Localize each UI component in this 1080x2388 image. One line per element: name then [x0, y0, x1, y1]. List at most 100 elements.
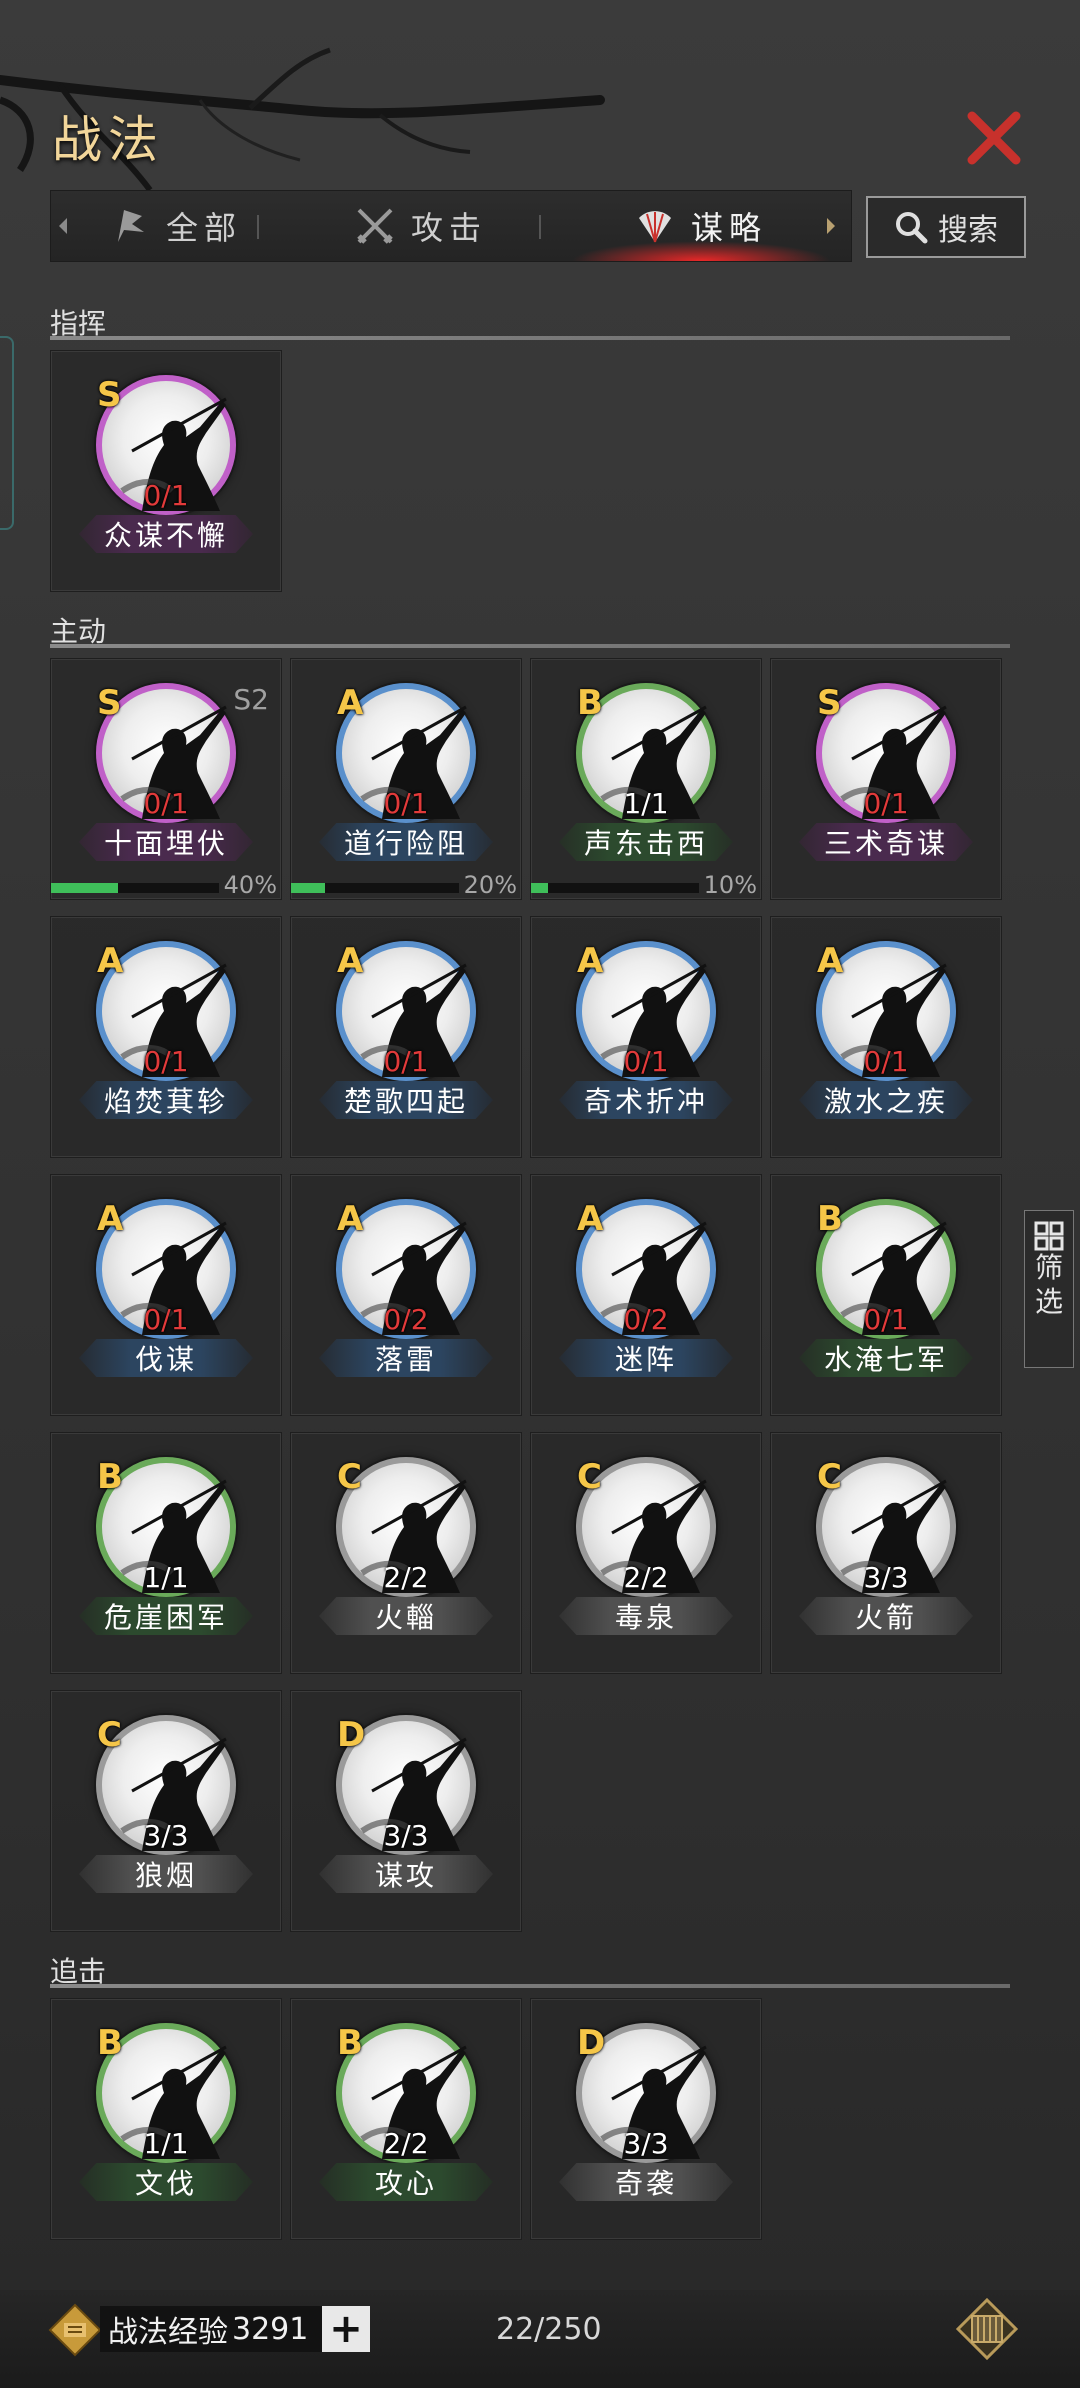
grade-badge: S — [817, 683, 842, 723]
tactic-card[interactable]: B 1/1 声东击西 10% — [530, 658, 762, 900]
tactic-card[interactable]: B 1/1 危崖困军 — [50, 1432, 282, 1674]
tactic-card[interactable]: A 0/1 激水之疾 — [770, 916, 1002, 1158]
usage-count: 3/3 — [623, 2127, 669, 2160]
usage-count: 0/1 — [143, 787, 189, 820]
crossed-swords-icon — [357, 208, 393, 244]
tactic-card[interactable]: S S2 0/1 十面埋伏 40% — [50, 658, 282, 900]
usage-count: 2/2 — [383, 2127, 429, 2160]
grade-badge: B — [337, 2023, 363, 2063]
usage-count: 0/1 — [383, 1045, 429, 1078]
tactics-capacity: 22/250 — [496, 2312, 602, 2347]
grade-badge: A — [577, 1199, 604, 1239]
grade-badge: A — [97, 941, 124, 981]
scroll-bundle-icon[interactable] — [956, 2298, 1018, 2360]
tactic-card[interactable]: B 1/1 文伐 — [50, 1998, 282, 2240]
side-panel-handle[interactable] — [0, 336, 14, 530]
grade-badge: A — [337, 1199, 364, 1239]
tactic-name: 焰焚萁轸 — [79, 1081, 253, 1119]
usage-count: 1/1 — [623, 787, 669, 820]
grade-badge: B — [97, 2023, 123, 2063]
section-divider — [50, 1984, 1010, 1988]
tactic-name: 伐谋 — [79, 1339, 253, 1377]
filter-button[interactable]: 筛 选 — [1024, 1210, 1074, 1368]
usage-count: 0/1 — [863, 1303, 909, 1336]
usage-count: 0/1 — [623, 1045, 669, 1078]
tactic-name: 迷阵 — [559, 1339, 733, 1377]
progress-bar — [291, 883, 459, 893]
season-tag: S2 — [233, 683, 269, 716]
tactic-card[interactable]: A 0/1 道行险阻 20% — [290, 658, 522, 900]
tactic-card[interactable]: S 0/1 众谋不懈 — [50, 350, 282, 592]
search-label: 搜索 — [938, 213, 998, 248]
tactic-name: 众谋不懈 — [79, 515, 253, 553]
tactic-card[interactable]: A 0/1 楚歌四起 — [290, 916, 522, 1158]
tab-scroll-left-icon[interactable] — [57, 217, 69, 235]
tactic-name: 声东击西 — [559, 823, 733, 861]
tactic-card[interactable]: D 3/3 奇袭 — [530, 1998, 762, 2240]
grade-badge: A — [337, 683, 364, 723]
tactic-name: 落雷 — [319, 1339, 493, 1377]
usage-count: 0/2 — [383, 1303, 429, 1336]
usage-count: 0/2 — [623, 1303, 669, 1336]
tab-all-label: 全部 — [165, 209, 242, 247]
tactic-name: 危崖困军 — [79, 1597, 253, 1635]
grade-badge: C — [97, 1715, 122, 1755]
tactic-card[interactable]: D 3/3 谋攻 — [290, 1690, 522, 1932]
usage-count: 1/1 — [143, 1561, 189, 1594]
section-divider — [50, 644, 1010, 648]
grade-badge: D — [577, 2023, 606, 2063]
page-title: 战法 — [52, 111, 164, 169]
tactic-name: 奇术折冲 — [559, 1081, 733, 1119]
tactics-experience-display: 战法经验 3291 — [100, 2306, 338, 2352]
grade-badge: B — [577, 683, 603, 723]
tactic-card[interactable]: C 2/2 火輜 — [290, 1432, 522, 1674]
exp-value: 3291 — [232, 2311, 309, 2347]
usage-count: 0/1 — [863, 1045, 909, 1078]
filter-label-1: 筛 — [1034, 1251, 1063, 1284]
tab-attack[interactable]: 攻击 — [291, 191, 551, 261]
tactic-card[interactable]: S 0/1 三术奇谋 — [770, 658, 1002, 900]
tactic-name: 楚歌四起 — [319, 1081, 493, 1119]
tactic-name: 奇袭 — [559, 2163, 733, 2201]
progress-percent: 10% — [703, 871, 757, 899]
close-icon[interactable] — [962, 106, 1026, 170]
tactic-card[interactable]: B 2/2 攻心 — [290, 1998, 522, 2240]
flag-icon — [117, 210, 144, 242]
grade-badge: S — [97, 375, 122, 415]
usage-count: 3/3 — [143, 1819, 189, 1852]
search-icon — [896, 212, 928, 244]
tactic-card[interactable]: C 3/3 狼烟 — [50, 1690, 282, 1932]
progress-fill — [291, 883, 325, 893]
add-experience-button[interactable]: + — [322, 2306, 370, 2352]
tab-all[interactable]: 全部 — [71, 191, 281, 261]
tactic-card[interactable]: A 0/1 奇术折冲 — [530, 916, 762, 1158]
tactic-card[interactable]: C 3/3 火箭 — [770, 1432, 1002, 1674]
tab-strategy-label: 谋略 — [690, 209, 767, 247]
grade-badge: S — [97, 683, 122, 723]
progress-fill — [51, 883, 119, 893]
search-button[interactable]: 搜索 — [866, 196, 1026, 258]
grade-badge: A — [817, 941, 844, 981]
tab-scroll-right-icon[interactable] — [825, 217, 837, 235]
tactic-name: 毒泉 — [559, 1597, 733, 1635]
grade-badge: A — [577, 941, 604, 981]
tactic-card[interactable]: A 0/2 落雷 — [290, 1174, 522, 1416]
tactic-name: 狼烟 — [79, 1855, 253, 1893]
grade-badge: C — [577, 1457, 602, 1497]
usage-count: 0/1 — [863, 787, 909, 820]
tab-strategy[interactable]: 谋略 — [571, 191, 831, 261]
usage-count: 0/1 — [143, 1303, 189, 1336]
section-divider — [50, 336, 1010, 340]
tactic-name: 文伐 — [79, 2163, 253, 2201]
usage-count: 1/1 — [143, 2127, 189, 2160]
tactic-name: 谋攻 — [319, 1855, 493, 1893]
tactic-card[interactable]: A 0/2 迷阵 — [530, 1174, 762, 1416]
usage-count: 2/2 — [623, 1561, 669, 1594]
grade-badge: A — [97, 1199, 124, 1239]
tactic-card[interactable]: C 2/2 毒泉 — [530, 1432, 762, 1674]
tactic-card[interactable]: B 0/1 水淹七军 — [770, 1174, 1002, 1416]
grid-icon — [1034, 1221, 1064, 1251]
tactic-card[interactable]: A 0/1 焰焚萁轸 — [50, 916, 282, 1158]
tactic-card[interactable]: A 0/1 伐谋 — [50, 1174, 282, 1416]
fan-icon — [638, 211, 671, 243]
